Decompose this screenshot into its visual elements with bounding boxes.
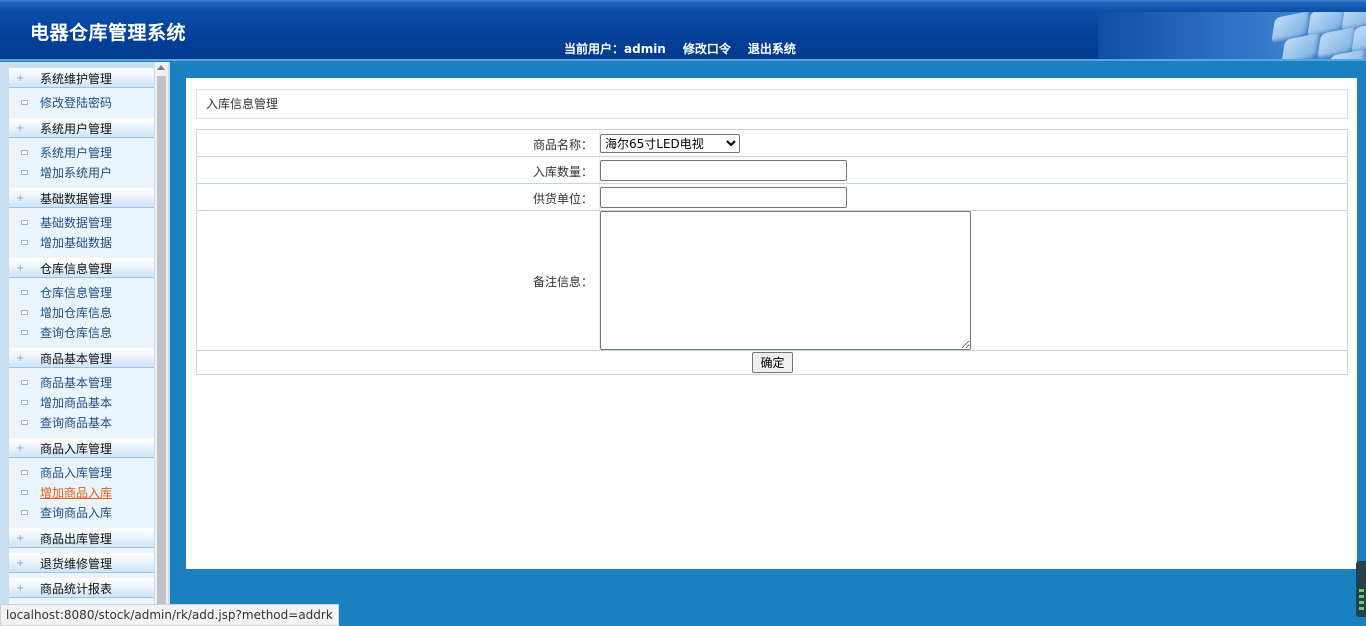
expand-icon: + [16,73,25,84]
expand-icon: + [16,263,25,274]
expand-icon: + [16,123,25,134]
sidebar-item-label: 增加商品入库 [40,486,113,500]
sidebar-item-label: 查询仓库信息 [40,326,113,340]
sidebar-item[interactable]: 商品入库管理 [9,463,154,483]
page-icon [21,290,28,295]
supplier-label: 供货单位： [532,192,593,206]
sidebar-item[interactable]: 查询仓库信息 [9,323,154,343]
expand-icon: + [16,558,25,569]
sidebar-item[interactable]: 查询商品基本 [9,413,154,433]
top-nav: 当前用户：admin 修改口令 退出系统 [564,40,813,57]
sidebar-item[interactable]: 仓库信息管理 [9,283,154,303]
sidebar: + 系统维护管理 修改登陆密码 + 系统用户管理 系统用户管理 增加系统用户 + 基础数据管理基… [0,62,170,626]
page-icon [21,420,28,425]
sidebar-item[interactable]: 增加仓库信息 [9,303,154,323]
page-icon [21,510,28,515]
sidebar-item-label: 修改登陆密码 [40,96,113,110]
sidebar-group-header[interactable]: + 商品统计报表 [9,578,154,598]
page-icon [21,100,28,105]
sidebar-item-label: 查询商品入库 [40,506,113,520]
sidebar-item[interactable]: 增加基础数据 [9,233,154,253]
page-icon [21,170,28,175]
sidebar-group-title: 商品统计报表 [40,582,113,596]
product-label: 商品名称： [532,138,593,152]
sidebar-item-label: 增加仓库信息 [40,306,113,320]
sidebar-group-title: 系统用户管理 [40,122,113,136]
sidebar-item[interactable]: 增加系统用户 [9,163,154,183]
expand-icon: + [16,533,25,544]
sidebar-item-label: 增加商品基本 [40,396,113,410]
expand-icon: + [16,193,25,204]
stock-in-form: 商品名称： 海尔65寸LED电视 入库数量： 供货单位： 备注信息： 确定 [196,129,1348,375]
quantity-row: 入库数量： [197,157,1347,184]
product-select[interactable]: 海尔65寸LED电视 [600,134,740,153]
sidebar-group-header[interactable]: + 基础数据管理 [9,188,154,208]
sidebar-item-label: 增加基础数据 [40,236,113,250]
sidebar-scrollbar[interactable] [155,62,168,607]
sidebar-item[interactable]: 增加商品入库 [9,483,154,503]
sidebar-item-label: 系统用户管理 [40,146,113,160]
sidebar-group-title: 商品入库管理 [40,442,113,456]
sidebar-item[interactable]: 查询商品入库 [9,503,154,523]
change-password-link[interactable]: 修改口令 [683,40,731,57]
keyboard-banner-image [1098,12,1366,60]
sidebar-item[interactable]: 商品基本管理 [9,373,154,393]
supplier-row: 供货单位： [197,184,1347,211]
sidebar-group-header[interactable]: + 商品出库管理 [9,528,154,548]
page-icon [21,310,28,315]
sidebar-group-header[interactable]: + 系统用户管理 [9,118,154,138]
logout-link[interactable]: 退出系统 [748,40,796,57]
sidebar-item[interactable]: 增加商品基本 [9,393,154,413]
page-icon [21,380,28,385]
sidebar-item-label: 仓库信息管理 [40,286,113,300]
sidebar-group-title: 退货维修管理 [40,557,113,571]
sidebar-item[interactable]: 修改登陆密码 [9,93,154,113]
app-title: 电器仓库管理系统 [30,22,187,44]
page-icon [21,490,28,495]
sidebar-menu: + 系统维护管理 修改登陆密码 + 系统用户管理 系统用户管理 增加系统用户 + 基础数据管理基… [9,68,154,608]
scroll-up-icon[interactable] [157,65,165,70]
sidebar-item-label: 增加系统用户 [40,166,113,180]
sidebar-item-label: 查询商品基本 [40,416,113,430]
top-banner: 电器仓库管理系统 当前用户：admin 修改口令 退出系统 [0,0,1366,61]
scrollbar-thumb[interactable] [157,76,166,606]
remark-row: 备注信息： [197,211,1347,351]
sidebar-group-header[interactable]: + 商品入库管理 [9,438,154,458]
sidebar-group-header[interactable]: + 退货维修管理 [9,553,154,573]
sidebar-group-header[interactable]: + 仓库信息管理 [9,258,154,278]
sidebar-group-header[interactable]: + 商品基本管理 [9,348,154,368]
status-bar-url: localhost:8080/stock/admin/rk/add.jsp?me… [0,604,339,626]
supplier-input[interactable] [600,187,847,208]
expand-icon: + [16,353,25,364]
remark-label: 备注信息： [532,275,593,289]
main-content: 入库信息管理 商品名称： 海尔65寸LED电视 入库数量： 供货单位： 备注信息… [186,78,1357,569]
quantity-label: 入库数量： [532,165,593,179]
sidebar-group-title: 系统维护管理 [40,72,113,86]
sidebar-item-label: 商品基本管理 [40,376,113,390]
page-icon [21,240,28,245]
expand-icon: + [16,443,25,454]
confirm-button[interactable]: 确定 [752,352,793,373]
quantity-input[interactable] [600,160,847,181]
sidebar-item[interactable]: 系统用户管理 [9,143,154,163]
page-title: 入库信息管理 [196,89,1348,119]
sidebar-item-label: 商品入库管理 [40,466,113,480]
sidebar-group-title: 商品出库管理 [40,532,113,546]
side-widget[interactable] [1356,561,1366,617]
sidebar-item-label: 基础数据管理 [40,216,113,230]
current-user-label: 当前用户：admin [564,42,666,56]
page-icon [21,150,28,155]
sidebar-group-title: 商品基本管理 [40,352,113,366]
sidebar-item[interactable]: 基础数据管理 [9,213,154,233]
sidebar-group-title: 仓库信息管理 [40,262,113,276]
page-icon [21,400,28,405]
sidebar-group-header[interactable]: + 系统维护管理 [9,68,154,88]
page-icon [21,330,28,335]
sidebar-group-title: 基础数据管理 [40,192,113,206]
page-icon [21,220,28,225]
expand-icon: + [16,583,25,594]
remark-textarea[interactable] [600,211,971,350]
product-row: 商品名称： 海尔65寸LED电视 [197,130,1347,157]
page-icon [21,470,28,475]
